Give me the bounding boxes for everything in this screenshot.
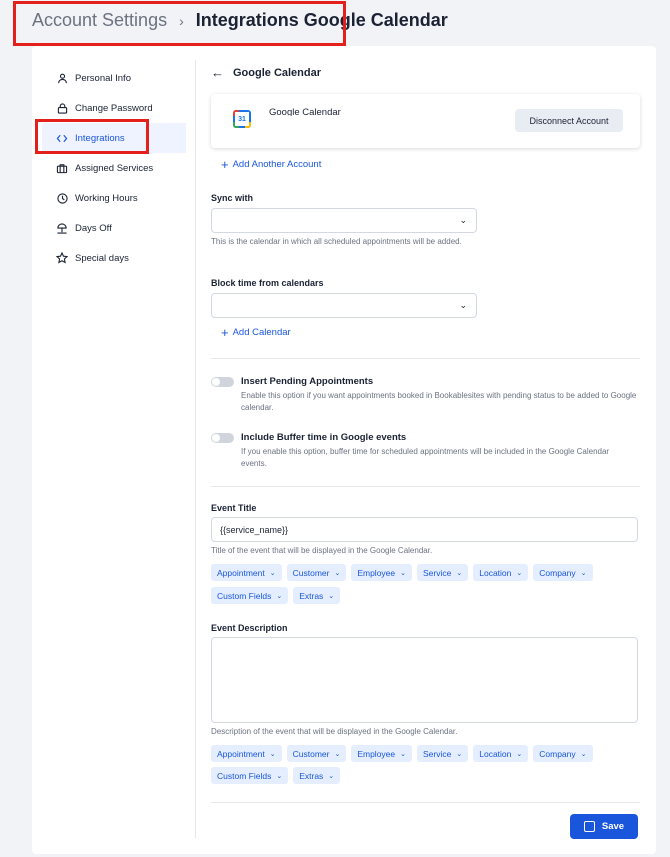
settings-card: Personal Info Change Password Integratio… (32, 46, 656, 854)
chip-service[interactable]: Service ⌄ (417, 564, 469, 581)
briefcase-icon (56, 162, 68, 174)
breadcrumb-highlight-box (13, 1, 346, 46)
plus-icon: + (221, 325, 229, 340)
sidebar-item-working-hours[interactable]: Working Hours (42, 183, 186, 213)
sidebar-item-label: Special days (75, 252, 129, 264)
chevron-down-icon: ⌄ (328, 592, 335, 600)
insert-pending-toggle[interactable] (211, 377, 234, 387)
add-another-account-label: Add Another Account (232, 159, 322, 170)
plus-icon: + (221, 157, 229, 172)
event-title-chips-row-1: Appointment ⌄ Customer ⌄ Employee ⌄ Service… (211, 564, 598, 581)
chip-employee[interactable]: Employee ⌄ (351, 745, 413, 762)
sidebar-item-label: Working Hours (75, 192, 138, 204)
chip-company[interactable]: Company ⌄ (533, 745, 593, 762)
sidebar-item-days-off[interactable]: Days Off (42, 213, 186, 243)
chip-service[interactable]: Service ⌄ (417, 745, 469, 762)
chip-location[interactable]: Location ⌄ (473, 745, 529, 762)
sidebar-item-label: Personal Info (75, 72, 131, 84)
sidebar-item-assigned-services[interactable]: Assigned Services (42, 153, 186, 183)
chip-extras[interactable]: Extras ⌄ (293, 767, 341, 784)
chevron-down-icon: ⌄ (269, 569, 276, 577)
save-button[interactable]: Save (570, 814, 638, 839)
clock-icon (56, 192, 68, 204)
divider (211, 358, 640, 359)
divider (211, 802, 640, 803)
chevron-down-icon: ⌄ (400, 750, 407, 758)
chevron-down-icon: ⌄ (276, 592, 283, 600)
event-description-textarea[interactable] (211, 637, 638, 723)
beach-umbrella-icon (56, 222, 68, 234)
event-description-help: Description of the event that will be di… (211, 727, 458, 736)
chevron-down-icon: ⌄ (334, 569, 341, 577)
include-buffer-title: Include Buffer time in Google events (241, 432, 407, 443)
event-title-chips-row-2: Custom Fields ⌄ Extras ⌄ (211, 587, 345, 604)
chip-company[interactable]: Company ⌄ (533, 564, 593, 581)
star-icon (56, 252, 68, 264)
chip-appointment[interactable]: Appointment ⌄ (211, 745, 282, 762)
vertical-divider (195, 60, 196, 838)
insert-pending-help: Enable this option if you want appointme… (241, 391, 637, 412)
save-label: Save (601, 821, 625, 832)
sidebar-item-personal-info[interactable]: Personal Info (42, 63, 186, 93)
chip-employee[interactable]: Employee ⌄ (351, 564, 413, 581)
chevron-down-icon: ⌄ (328, 772, 335, 780)
account-name: Google Calendar (269, 108, 341, 116)
chip-customer[interactable]: Customer ⌄ (286, 564, 347, 581)
chevron-down-icon: ⌄ (516, 750, 523, 758)
chevron-down-icon: ⌄ (580, 569, 587, 577)
sidebar-item-label: Change Password (75, 102, 153, 114)
back-arrow-icon[interactable]: ← (211, 65, 224, 80)
event-description-chips-row-1: Appointment ⌄ Customer ⌄ Employee ⌄ Service… (211, 745, 598, 762)
lock-icon (56, 102, 68, 114)
connected-account-card: 31 Google Calendar Disconnect Account (211, 94, 640, 148)
add-calendar-link[interactable]: + Add Calendar (221, 325, 291, 340)
chip-appointment[interactable]: Appointment ⌄ (211, 564, 282, 581)
sidebar-item-special-days[interactable]: Special days (42, 243, 186, 273)
floppy-disk-icon (583, 821, 595, 832)
chevron-down-icon: ⌄ (456, 569, 463, 577)
chevron-down-icon: ⌄ (400, 569, 407, 577)
chip-custom-fields[interactable]: Custom Fields ⌄ (211, 587, 289, 604)
include-buffer-toggle[interactable] (211, 433, 234, 443)
chevron-down-icon: ⌄ (459, 300, 467, 310)
chevron-down-icon: ⌄ (456, 750, 463, 758)
event-title-label: Event Title (211, 503, 257, 513)
integrations-highlight-box (35, 119, 149, 154)
chevron-down-icon: ⌄ (459, 215, 467, 225)
block-time-label: Block time from calendars (211, 278, 324, 288)
divider (211, 486, 640, 487)
chip-customer[interactable]: Customer ⌄ (286, 745, 347, 762)
sidebar: Personal Info Change Password Integratio… (42, 63, 186, 273)
event-title-help: Title of the event that will be displaye… (211, 546, 433, 555)
chevron-down-icon: ⌄ (269, 750, 276, 758)
insert-pending-title: Insert Pending Appointments (241, 376, 374, 387)
add-calendar-label: Add Calendar (232, 327, 291, 338)
event-description-chips-row-2: Custom Fields ⌄ Extras ⌄ (211, 767, 345, 784)
chevron-down-icon: ⌄ (516, 569, 523, 577)
sync-with-select[interactable]: ⌄ (211, 208, 477, 233)
chevron-down-icon: ⌄ (580, 750, 587, 758)
back-header: ← Google Calendar (211, 65, 321, 80)
user-icon (56, 72, 68, 84)
section-title: Google Calendar (233, 66, 322, 79)
google-calendar-logo-icon: 31 (233, 110, 251, 128)
sidebar-item-label: Assigned Services (75, 162, 154, 174)
event-title-input[interactable]: {{service_name}} (211, 517, 638, 542)
add-another-account-link[interactable]: + Add Another Account (221, 157, 321, 172)
sync-with-help: This is the calendar in which all schedu… (211, 237, 462, 246)
chip-custom-fields[interactable]: Custom Fields ⌄ (211, 767, 289, 784)
include-buffer-help: If you enable this option, buffer time f… (241, 447, 610, 468)
disconnect-account-button[interactable]: Disconnect Account (515, 109, 623, 132)
chip-location[interactable]: Location ⌄ (473, 564, 529, 581)
chevron-down-icon: ⌄ (276, 772, 283, 780)
sidebar-item-label: Days Off (75, 222, 112, 234)
block-time-select[interactable]: ⌄ (211, 293, 477, 318)
chip-extras[interactable]: Extras ⌄ (293, 587, 341, 604)
sync-with-label: Sync with (211, 193, 254, 203)
chevron-down-icon: ⌄ (334, 750, 341, 758)
event-description-label: Event Description (211, 623, 288, 633)
